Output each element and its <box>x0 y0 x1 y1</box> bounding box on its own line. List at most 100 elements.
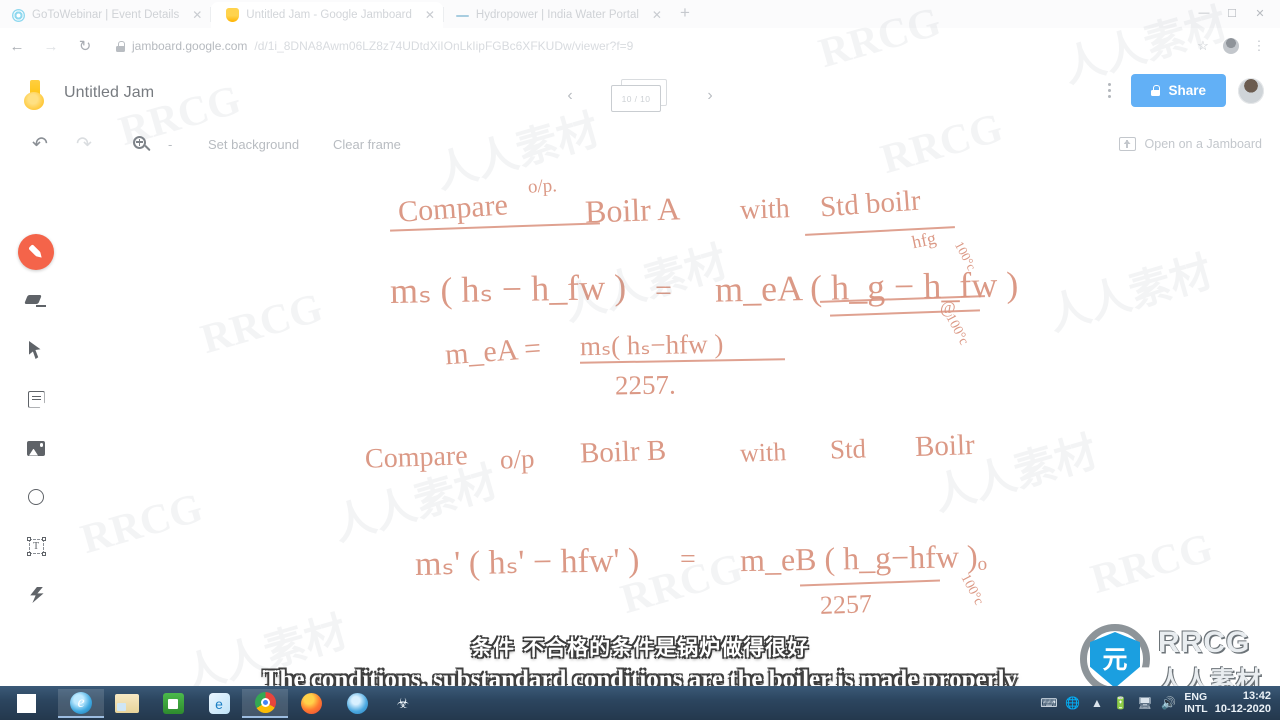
browser-menu-icon[interactable]: ⋮ <box>1246 33 1272 59</box>
taskbar-internet-explorer[interactable]: e <box>58 689 104 718</box>
select-tool[interactable] <box>18 332 54 368</box>
taskbar-file-explorer[interactable] <box>104 689 150 718</box>
tab-close-button[interactable]: ✕ <box>652 8 662 22</box>
close-window-button[interactable]: ✕ <box>1246 2 1274 24</box>
forward-button[interactable]: → <box>34 29 68 63</box>
taskbar-tor-browser[interactable] <box>334 689 380 718</box>
open-on-jamboard-button[interactable]: Open on a Jamboard <box>1118 130 1262 158</box>
gotowebinar-icon <box>12 8 25 22</box>
tray-chevron-icon[interactable]: ▲ <box>1088 695 1105 712</box>
internet-explorer-icon: e <box>70 691 92 714</box>
sticky-note-icon <box>27 390 45 408</box>
previous-frame-button[interactable]: ‹ <box>560 87 580 105</box>
laser-tool[interactable] <box>18 577 54 613</box>
handwritten-stroke: m_eA = <box>443 331 543 372</box>
undo-button[interactable]: ↶ <box>32 130 48 158</box>
shape-tool[interactable] <box>18 479 54 515</box>
window-controls: — ☐ ✕ <box>1190 2 1274 24</box>
pen-icon <box>23 239 48 264</box>
handwritten-stroke: o/p <box>499 443 536 475</box>
keyboard-icon[interactable]: ⌨ <box>1040 695 1057 712</box>
handwritten-stroke: Compare <box>396 188 509 229</box>
browser-tab-1[interactable]: Untitled Jam - Google Jamboard ✕ <box>211 2 443 28</box>
jam-title[interactable]: Untitled Jam <box>64 84 154 102</box>
chrome-icon <box>254 692 276 713</box>
handwritten-stroke: 100°c <box>942 311 972 348</box>
address-bar[interactable]: jamboard.google.com/d/1i_8DNA8Awm06LZ8z7… <box>104 33 1184 59</box>
volume-icon[interactable]: 🔊 <box>1160 695 1177 712</box>
handwritten-stroke: 2257 <box>819 589 873 620</box>
new-tab-button[interactable]: + <box>670 3 700 25</box>
text-box-tool[interactable]: T <box>18 528 54 564</box>
handwritten-stroke: o/p. <box>527 175 558 198</box>
share-button[interactable]: Share <box>1131 74 1226 107</box>
handwritten-stroke: = <box>655 274 672 307</box>
kebab-menu-icon[interactable] <box>1099 78 1119 104</box>
taskbar-rasterizer[interactable]: ☣ <box>380 689 426 718</box>
rrcg-logo-text: RRCG <box>1158 626 1251 659</box>
edge-icon: e <box>208 693 230 714</box>
image-icon <box>27 440 45 456</box>
clock-date: 10-12-2020 <box>1214 703 1271 715</box>
store-icon <box>162 693 184 714</box>
tor-browser-icon <box>346 693 368 714</box>
profile-avatar-icon[interactable] <box>1218 33 1244 59</box>
open-on-jamboard-label: Open on a Jamboard <box>1144 137 1262 151</box>
tab-close-button[interactable]: ✕ <box>192 8 202 22</box>
frame-counter-box[interactable]: 10 / 10 <box>611 79 669 113</box>
network-icon[interactable]: 🖥 <box>1136 695 1153 712</box>
taskbar-chrome[interactable] <box>242 689 288 718</box>
handwritten-stroke: Std <box>829 433 867 465</box>
hydropower-icon <box>455 9 469 22</box>
clock-time: 13:42 <box>1242 690 1271 703</box>
zoom-in-icon[interactable] <box>133 130 151 158</box>
tab-title: GoToWebinar | Event Details <box>32 9 180 21</box>
pen-tool[interactable] <box>18 234 54 270</box>
tab-close-button[interactable]: ✕ <box>425 8 435 22</box>
cast-icon <box>1118 137 1136 151</box>
back-button[interactable]: ← <box>0 29 34 63</box>
share-label: Share <box>1168 83 1206 98</box>
system-tray: ⌨ 🌐 ▲ 🔋 🖥 🔊 ENG INTL 13:42 10-12-2020 <box>1040 686 1274 720</box>
redo-button[interactable]: ↷ <box>76 130 92 158</box>
handwritten-stroke: with <box>739 437 787 468</box>
battery-icon[interactable]: 🔋 <box>1112 695 1129 712</box>
handwritten-stroke: 100°c <box>957 571 987 608</box>
rasterizer-icon: ☣ <box>396 695 410 711</box>
tab-title: Untitled Jam - Google Jamboard <box>246 9 412 21</box>
set-background-button[interactable]: Set background <box>208 130 299 158</box>
reload-button[interactable]: ↻ <box>68 29 102 63</box>
minimize-button[interactable]: — <box>1190 2 1218 24</box>
sticky-note-tool[interactable] <box>18 381 54 417</box>
handwritten-underline <box>800 579 940 587</box>
maximize-button[interactable]: ☐ <box>1218 2 1246 24</box>
handwritten-stroke: hfg <box>910 227 938 253</box>
taskbar-edge[interactable]: e <box>196 689 242 718</box>
handwritten-stroke: mₛ ( hₛ − h_fw ) <box>389 266 627 312</box>
bookmark-star-icon[interactable]: ☆ <box>1190 33 1216 59</box>
rrcg-mark-letters: 元 <box>1102 647 1128 674</box>
image-tool[interactable] <box>18 430 54 466</box>
avatar[interactable] <box>1238 77 1264 104</box>
jamboard-icon <box>226 8 240 22</box>
language-indicator[interactable]: ENG INTL <box>1184 691 1207 716</box>
next-frame-button[interactable]: › <box>700 87 720 105</box>
language-line-1: ENG <box>1184 690 1208 703</box>
eraser-tool[interactable] <box>18 283 54 319</box>
handwritten-stroke: mₛ' ( hₛ' − hfw' ) <box>414 542 640 583</box>
browser-tab-2[interactable]: Hydropower | India Water Portal ✕ <box>444 2 670 28</box>
clear-frame-button[interactable]: Clear frame <box>333 130 401 158</box>
taskbar-firefox[interactable] <box>288 689 334 718</box>
browser-toolbar: ← → ↻ jamboard.google.com/d/1i_8DNA8Awm0… <box>0 28 1280 64</box>
clock[interactable]: 13:42 10-12-2020 <box>1215 690 1274 716</box>
eraser-icon <box>24 293 46 309</box>
header-actions: Share <box>1099 74 1264 107</box>
handwritten-stroke: m_eA ( h_g − h_fw ) <box>714 264 1019 310</box>
network-globe-icon[interactable]: 🌐 <box>1064 695 1081 712</box>
browser-tab-0[interactable]: GoToWebinar | Event Details ✕ <box>0 2 210 28</box>
windows-start-icon[interactable] <box>6 690 46 716</box>
lock-icon <box>116 40 125 52</box>
jamboard-header: Untitled Jam ‹ 10 / 10 › Share <box>0 64 1280 122</box>
taskbar-store[interactable] <box>150 689 196 718</box>
zoom-level: - <box>168 136 173 152</box>
